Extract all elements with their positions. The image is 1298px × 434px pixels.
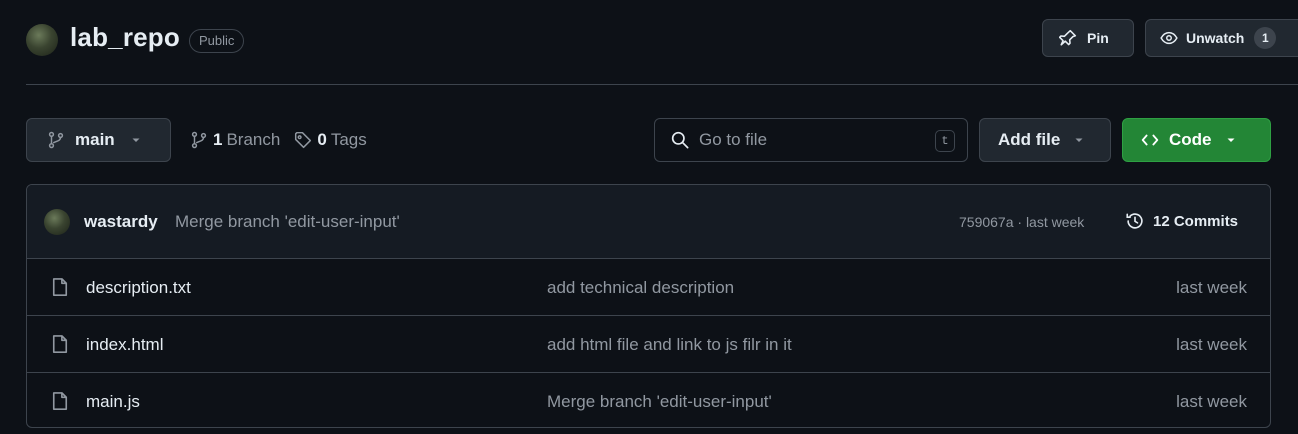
branch-name: main	[75, 130, 115, 149]
tag-icon	[294, 131, 312, 149]
file-row[interactable]: main.js Merge branch 'edit-user-input' l…	[27, 373, 1270, 427]
chevron-down-icon	[1074, 135, 1084, 145]
go-to-file-search[interactable]: t	[654, 118, 968, 162]
branches-link[interactable]: 1 Branch	[208, 130, 280, 150]
code-icon	[1141, 131, 1159, 149]
visibility-badge: Public	[189, 29, 245, 53]
file-table: wastardy Merge branch 'edit-user-input' …	[26, 184, 1271, 428]
file-commit-message-link[interactable]: add html file and link to js filr in it	[547, 335, 792, 355]
latest-commit-bar: wastardy Merge branch 'edit-user-input' …	[27, 185, 1270, 259]
header-divider	[26, 84, 1298, 85]
file-row[interactable]: index.html add html file and link to js …	[27, 316, 1270, 373]
branch-select-button[interactable]: main	[26, 118, 171, 162]
chevron-down-icon	[131, 135, 141, 145]
file-commit-time: last week	[1176, 335, 1247, 354]
eye-icon	[1160, 29, 1178, 47]
search-input[interactable]	[699, 130, 919, 150]
commits-history-link[interactable]: 12 Commits	[1125, 211, 1238, 231]
commits-count: 12 Commits	[1153, 212, 1239, 230]
pin-icon	[1059, 29, 1077, 47]
file-name-link[interactable]: description.txt	[86, 278, 191, 298]
code-label: Code	[1169, 130, 1212, 149]
file-commit-message-link[interactable]: add technical description	[547, 278, 734, 298]
pin-button[interactable]: Pin	[1042, 19, 1134, 57]
file-row[interactable]: description.txt add technical descriptio…	[27, 259, 1270, 316]
keyboard-shortcut-hint: t	[935, 130, 955, 152]
file-commit-time: last week	[1176, 278, 1247, 297]
git-branch-icon	[190, 131, 208, 149]
code-button[interactable]: Code	[1122, 118, 1271, 162]
commit-message-link[interactable]: Merge branch 'edit-user-input'	[175, 212, 400, 232]
tag-label: Tags	[330, 130, 367, 149]
branch-label: Branch	[226, 130, 281, 149]
commit-hash-time[interactable]: 759067a · last week	[959, 214, 1084, 230]
watch-count-badge: 1	[1254, 27, 1277, 49]
tags-link[interactable]: 0 Tags	[312, 130, 366, 150]
repo-name-link[interactable]: lab_repo	[70, 22, 180, 53]
add-file-button[interactable]: Add file	[979, 118, 1111, 162]
search-icon	[671, 131, 689, 149]
pin-label: Pin	[1087, 30, 1109, 46]
unwatch-button[interactable]: Unwatch 1	[1145, 19, 1298, 57]
history-icon	[1125, 211, 1145, 231]
git-branch-icon	[47, 131, 65, 149]
commit-author-link[interactable]: wastardy	[84, 212, 158, 232]
file-icon	[51, 391, 69, 411]
file-name-link[interactable]: index.html	[86, 335, 163, 355]
tag-count: 0	[317, 130, 327, 149]
file-commit-time: last week	[1176, 392, 1247, 411]
branch-tag-info: 1 Branch 0 Tags	[190, 130, 367, 150]
file-commit-message-link[interactable]: Merge branch 'edit-user-input'	[547, 392, 772, 412]
repo-owner-avatar[interactable]	[26, 24, 58, 56]
add-file-label: Add file	[998, 130, 1061, 149]
file-name-link[interactable]: main.js	[86, 392, 140, 412]
chevron-down-icon	[1226, 135, 1236, 145]
file-icon	[51, 334, 69, 354]
branch-count: 1	[213, 130, 223, 149]
file-icon	[51, 277, 69, 297]
commit-author-avatar[interactable]	[44, 209, 70, 235]
unwatch-label: Unwatch	[1186, 30, 1245, 46]
